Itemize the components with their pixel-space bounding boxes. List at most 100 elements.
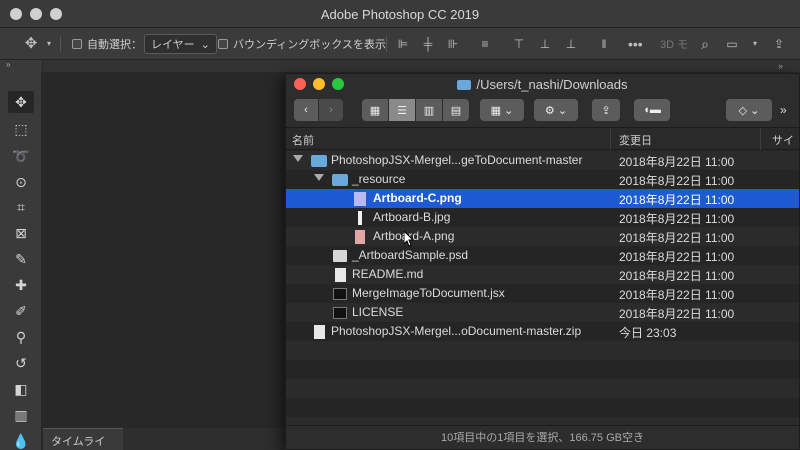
- auto-select-checkbox[interactable]: 自動選択：: [72, 28, 142, 60]
- gallery-icon: ▤: [450, 104, 462, 117]
- chevron-down-icon[interactable]: ▾: [42, 37, 56, 51]
- distribute-icon[interactable]: ≡: [478, 37, 492, 51]
- eraser-tool-icon[interactable]: ◧: [8, 378, 34, 400]
- back-button[interactable]: ‹: [294, 99, 318, 121]
- dropbox-button[interactable]: ◇ ⌄: [726, 99, 772, 121]
- dropbox-icon: ◇ ⌄: [738, 104, 760, 117]
- empty-row: [286, 341, 799, 360]
- panel-collapse[interactable]: »: [778, 61, 783, 71]
- tools-collapse[interactable]: »: [0, 60, 42, 72]
- eyedropper-tool-icon[interactable]: ✎: [8, 248, 34, 270]
- finder-path: /Users/t_nashi/Downloads: [476, 77, 628, 92]
- quick-select-tool-icon[interactable]: ⊙: [8, 171, 34, 193]
- list-item-selected[interactable]: Artboard-C.png 2018年8月22日 11:00: [286, 189, 799, 208]
- move-tool-icon[interactable]: ✥: [24, 36, 38, 51]
- modified-column-header[interactable]: 変更日: [619, 132, 652, 148]
- crop-tool-icon[interactable]: ⌗: [8, 196, 34, 218]
- tag-icon: ◖▬: [643, 104, 661, 116]
- status-bar: 10項目中の1項目を選択、166.75 GB空き: [286, 425, 799, 449]
- file-date: 2018年8月22日 11:00: [619, 307, 735, 321]
- move-tool-icon[interactable]: ✥: [8, 91, 34, 113]
- group-button[interactable]: ▦ ⌄: [480, 99, 524, 121]
- list-item[interactable]: Artboard-A.png 2018年8月22日 11:00: [286, 227, 799, 246]
- align-top-icon[interactable]: ⊤: [512, 37, 526, 51]
- layer-select-value: レイヤー: [151, 39, 195, 51]
- search-icon[interactable]: ⌕: [698, 37, 712, 51]
- list-item[interactable]: _ArtboardSample.psd 2018年8月22日 11:00: [286, 246, 799, 265]
- share-icon[interactable]: ⇪: [772, 37, 786, 51]
- stamp-tool-icon[interactable]: ⚲: [8, 326, 34, 348]
- file-date: 2018年8月22日 11:00: [619, 288, 735, 302]
- layer-select-dropdown[interactable]: レイヤー ⌄: [144, 28, 217, 60]
- file-name: MergeImageToDocument.jsx: [352, 286, 505, 300]
- align-center-icon[interactable]: ╪: [421, 37, 435, 51]
- frame-tool-icon[interactable]: ⊠: [8, 222, 34, 244]
- brush-tool-icon[interactable]: ✐: [8, 300, 34, 322]
- lasso-tool-icon[interactable]: ➰: [8, 145, 34, 167]
- file-date: 2018年8月22日 11:00: [619, 231, 735, 245]
- three-d-mode-label[interactable]: 3D モ: [660, 28, 688, 60]
- healing-brush-tool-icon[interactable]: ✚: [8, 274, 34, 296]
- more-icon[interactable]: •••: [628, 37, 643, 51]
- name-column-header[interactable]: 名前: [292, 132, 314, 148]
- chevron-down-icon: ⌄: [200, 38, 210, 51]
- align-middle-icon[interactable]: ⊥: [538, 37, 552, 51]
- align-right-icon[interactable]: ⊪: [446, 37, 460, 51]
- tags-button[interactable]: ◖▬: [634, 99, 670, 121]
- gradient-tool-icon[interactable]: ▥: [8, 404, 34, 426]
- distribute-vertical-icon[interactable]: ‖: [597, 37, 611, 51]
- file-date: 2018年8月22日 11:00: [619, 250, 735, 264]
- file-name: PhotoshopJSX-Mergel...oDocument-master.z…: [331, 324, 582, 338]
- toolbar: ✥ ⬚ ➰ ⊙ ⌗ ⊠ ✎ ✚ ✐ ⚲ ↺ ◧ ▥ 💧: [0, 72, 42, 450]
- list-item[interactable]: Artboard-B.jpg 2018年8月22日 11:00: [286, 208, 799, 227]
- share-button[interactable]: ⇪: [592, 99, 620, 121]
- disclosure-triangle-icon[interactable]: [293, 155, 303, 162]
- mouse-cursor-icon: [404, 231, 414, 247]
- document-icon: [335, 268, 346, 282]
- file-name: Artboard-C.png: [373, 191, 462, 205]
- script-file-icon: [333, 288, 347, 300]
- file-date: 今日 23:03: [619, 326, 677, 340]
- disclosure-triangle-icon[interactable]: [314, 174, 324, 181]
- align-left-icon[interactable]: ⊫: [396, 37, 410, 51]
- blur-tool-icon[interactable]: 💧: [8, 430, 34, 450]
- file-list: PhotoshopJSX-Mergel...geToDocument-maste…: [286, 151, 799, 427]
- more-toolbar-icon[interactable]: »: [780, 103, 787, 117]
- chevron-left-icon: ‹: [304, 104, 308, 116]
- folder-icon: [332, 174, 348, 186]
- gallery-view-button[interactable]: ▤: [443, 99, 469, 121]
- list-item[interactable]: README.md 2018年8月22日 11:00: [286, 265, 799, 284]
- column-view-button[interactable]: ▥: [416, 99, 442, 121]
- auto-select-label: 自動選択：: [87, 39, 142, 51]
- list-view-button[interactable]: ☰: [389, 99, 415, 121]
- icon-view-button[interactable]: ▦: [362, 99, 388, 121]
- psd-file-icon: [333, 250, 347, 262]
- bbox-checkbox[interactable]: バウンディングボックスを表示: [218, 28, 386, 60]
- chevron-down-icon[interactable]: ▾: [748, 37, 762, 51]
- file-name: _resource: [352, 172, 406, 186]
- finder-titlebar: /Users/t_nashi/Downloads: [286, 74, 799, 94]
- marquee-tool-icon[interactable]: ⬚: [8, 118, 34, 140]
- list-item[interactable]: _resource 2018年8月22日 11:00: [286, 170, 799, 189]
- folder-icon: [457, 80, 472, 90]
- checkbox-icon[interactable]: [218, 39, 228, 49]
- timeline-tab[interactable]: タイムライン: [43, 428, 123, 450]
- checkbox-icon[interactable]: [72, 39, 82, 49]
- file-name: _ArtboardSample.psd: [352, 248, 469, 262]
- zip-file-icon: [314, 325, 325, 339]
- list-item[interactable]: MergeImageToDocument.jsx 2018年8月22日 11:0…: [286, 284, 799, 303]
- finder-toolbar: ‹ › ▦ ☰ ▥ ▤ ▦ ⌄ ⚙ ⌄ ⇪ ◖▬ ◇ ⌄ »: [286, 94, 799, 128]
- file-date: 2018年8月22日 11:00: [619, 269, 735, 283]
- forward-button[interactable]: ›: [319, 99, 343, 121]
- empty-row: [286, 379, 799, 398]
- list-icon: ☰: [397, 104, 407, 117]
- history-brush-tool-icon[interactable]: ↺: [8, 352, 34, 374]
- grid-icon: ▦: [369, 104, 381, 117]
- list-item[interactable]: PhotoshopJSX-Mergel...geToDocument-maste…: [286, 151, 799, 170]
- align-bottom-icon[interactable]: ⊥: [564, 37, 578, 51]
- list-item[interactable]: LICENSE 2018年8月22日 11:00: [286, 303, 799, 322]
- workspace-icon[interactable]: ▭: [725, 37, 739, 51]
- list-item[interactable]: PhotoshopJSX-Mergel...oDocument-master.z…: [286, 322, 799, 341]
- action-button[interactable]: ⚙ ⌄: [534, 99, 578, 121]
- empty-row: [286, 360, 799, 379]
